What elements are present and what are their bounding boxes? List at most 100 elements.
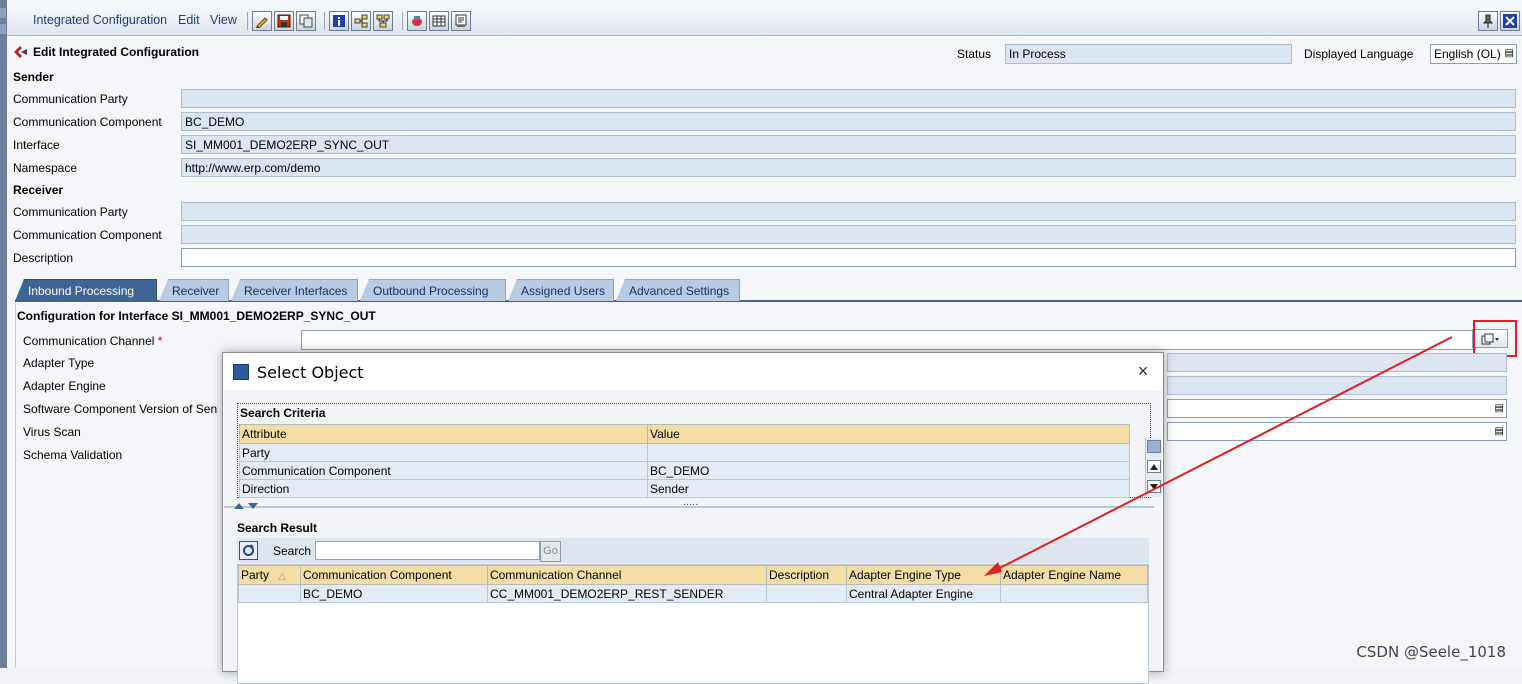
criteria-attribute-cell[interactable]: Party: [239, 443, 648, 462]
adapter-type-label: Adapter Type: [23, 356, 95, 370]
sender-interface-field: SI_MM001_DEMO2ERP_SYNC_OUT: [181, 135, 1516, 154]
result-header-adapter-engine-name[interactable]: Adapter Engine Name: [1000, 565, 1148, 585]
display-log-icon[interactable]: [451, 11, 471, 31]
sender-party-field: [181, 89, 1516, 108]
status-field: In Process: [1005, 44, 1292, 64]
tab-outbound-processing[interactable]: Outbound Processing: [360, 279, 506, 301]
close-icon[interactable]: ×: [1133, 361, 1153, 381]
description-label: Description: [13, 251, 74, 265]
dropdown-icon[interactable]: ▤: [1505, 48, 1514, 59]
sender-component-field: BC_DEMO: [181, 112, 1516, 131]
info-icon[interactable]: [329, 11, 349, 31]
virus-scan-select[interactable]: ▤: [1167, 422, 1507, 441]
receiver-section-title: Receiver: [13, 183, 64, 197]
where-used-icon[interactable]: [351, 11, 371, 31]
menu-edit[interactable]: Edit: [178, 13, 200, 27]
result-cell-engine-name[interactable]: [1000, 584, 1148, 603]
annotation-highlight-box: [1473, 320, 1517, 357]
page-title-text: Edit Integrated Configuration: [33, 45, 199, 59]
scroll-down-icon[interactable]: [1147, 480, 1161, 493]
result-header-party-text: Party: [241, 568, 270, 582]
menu-bar: Integrated Configuration Edit View: [7, 3, 1522, 36]
result-cell-component[interactable]: BC_DEMO: [300, 584, 488, 603]
criteria-header-attribute[interactable]: Attribute: [239, 424, 648, 444]
pin-icon[interactable]: [1478, 11, 1498, 31]
displayed-language-select[interactable]: English (OL) ▤: [1430, 44, 1517, 64]
table-row[interactable]: BC_DEMO CC_MM001_DEMO2ERP_REST_SENDER Ce…: [238, 584, 1148, 603]
description-input[interactable]: [181, 248, 1516, 267]
result-cell-engine-type[interactable]: Central Adapter Engine: [846, 584, 1001, 603]
result-cell-party[interactable]: [238, 584, 301, 603]
search-input[interactable]: [315, 541, 540, 560]
dialog-body: Search Criteria Attribute Value Party Co…: [224, 390, 1162, 684]
criteria-value-cell[interactable]: Sender: [647, 479, 1130, 498]
receiver-party-label: Communication Party: [13, 205, 128, 219]
virus-scan-label: Virus Scan: [23, 425, 81, 439]
tab-assigned-users[interactable]: Assigned Users: [508, 279, 614, 301]
edge-arrow-icon: [0, 24, 6, 34]
dropdown-icon[interactable]: ▤: [1495, 403, 1504, 414]
page-title: Edit Integrated Configuration: [13, 45, 199, 59]
configuration-title: Configuration for Interface SI_MM001_DEM…: [17, 309, 376, 323]
receiver-component-field: [181, 225, 1516, 244]
result-header-adapter-engine-type[interactable]: Adapter Engine Type: [846, 565, 1001, 585]
communication-channel-input[interactable]: [301, 330, 1476, 350]
sender-namespace-field: http://www.erp.com/demo: [181, 158, 1516, 177]
sender-component-label: Communication Component: [13, 115, 162, 129]
tab-receiver[interactable]: Receiver: [159, 279, 229, 301]
dialog-title: Select Object: [257, 363, 364, 382]
copy-icon[interactable]: [296, 11, 316, 31]
receiver-party-field: [181, 202, 1516, 221]
scroll-thumb[interactable]: [1147, 440, 1161, 453]
toolbar-separator: [324, 12, 325, 30]
menu-view[interactable]: View: [210, 13, 237, 27]
menu-integrated-configuration[interactable]: Integrated Configuration: [33, 13, 167, 27]
tab-receiver-interfaces[interactable]: Receiver Interfaces: [231, 279, 358, 301]
splitter-grip[interactable]: .....: [683, 496, 698, 508]
schema-validation-label: Schema Validation: [23, 448, 123, 462]
tab-advanced-settings[interactable]: Advanced Settings: [616, 279, 740, 301]
tab-inbound-processing[interactable]: Inbound Processing: [15, 279, 157, 301]
window-left-edge: [0, 0, 7, 668]
table-row[interactable]: Communication Component BC_DEMO: [239, 461, 1130, 480]
sender-interface-label: Interface: [13, 138, 60, 152]
dropdown-icon[interactable]: ▤: [1495, 426, 1504, 437]
result-toolbar: Search Go: [237, 538, 1149, 563]
result-cell-channel[interactable]: CC_MM001_DEMO2ERP_REST_SENDER: [487, 584, 767, 603]
adapter-engine-field: [1167, 376, 1507, 395]
refresh-icon[interactable]: [239, 541, 258, 560]
scroll-up-icon[interactable]: [1147, 460, 1161, 473]
result-header-communication-component[interactable]: Communication Component: [300, 565, 488, 585]
criteria-value-cell[interactable]: [647, 443, 1130, 462]
criteria-attribute-cell[interactable]: Communication Component: [239, 461, 648, 480]
edit-pencil-icon[interactable]: [252, 11, 272, 31]
pane-splitter[interactable]: .....: [224, 496, 1154, 510]
criteria-value-cell[interactable]: BC_DEMO: [647, 461, 1130, 480]
result-cell-description[interactable]: [766, 584, 847, 603]
test-configuration-icon[interactable]: [407, 11, 427, 31]
software-component-version-select[interactable]: ▤: [1167, 399, 1507, 418]
sort-ascending-icon[interactable]: △: [278, 571, 286, 582]
result-header-communication-channel[interactable]: Communication Channel: [487, 565, 767, 585]
result-header-party[interactable]: Party △: [238, 565, 301, 585]
collapse-expand-icon[interactable]: [233, 502, 261, 510]
table-row[interactable]: Direction Sender: [239, 479, 1130, 498]
criteria-header-value[interactable]: Value: [647, 424, 1130, 444]
sender-namespace-label: Namespace: [13, 161, 78, 175]
table-icon[interactable]: [429, 11, 449, 31]
table-row[interactable]: Party: [239, 443, 1130, 462]
close-window-icon[interactable]: [1500, 11, 1520, 31]
adapter-engine-label: Adapter Engine: [23, 379, 106, 393]
status-label: Status: [957, 47, 992, 61]
result-header-description[interactable]: Description: [766, 565, 847, 585]
select-object-dialog: Select Object × Search Criteria Attribut…: [222, 352, 1164, 684]
save-icon[interactable]: [274, 11, 294, 31]
go-button[interactable]: Go: [540, 541, 561, 562]
criteria-scrollbar[interactable]: [1145, 438, 1162, 497]
adapter-type-field: [1167, 353, 1507, 372]
structure-icon[interactable]: [373, 11, 393, 31]
criteria-attribute-cell[interactable]: Direction: [239, 479, 648, 498]
result-table: Party △ Communication Component Communic…: [238, 565, 1148, 603]
criteria-table: Attribute Value Party Communication Comp…: [239, 424, 1130, 498]
result-table-area: Party △ Communication Component Communic…: [237, 564, 1149, 684]
